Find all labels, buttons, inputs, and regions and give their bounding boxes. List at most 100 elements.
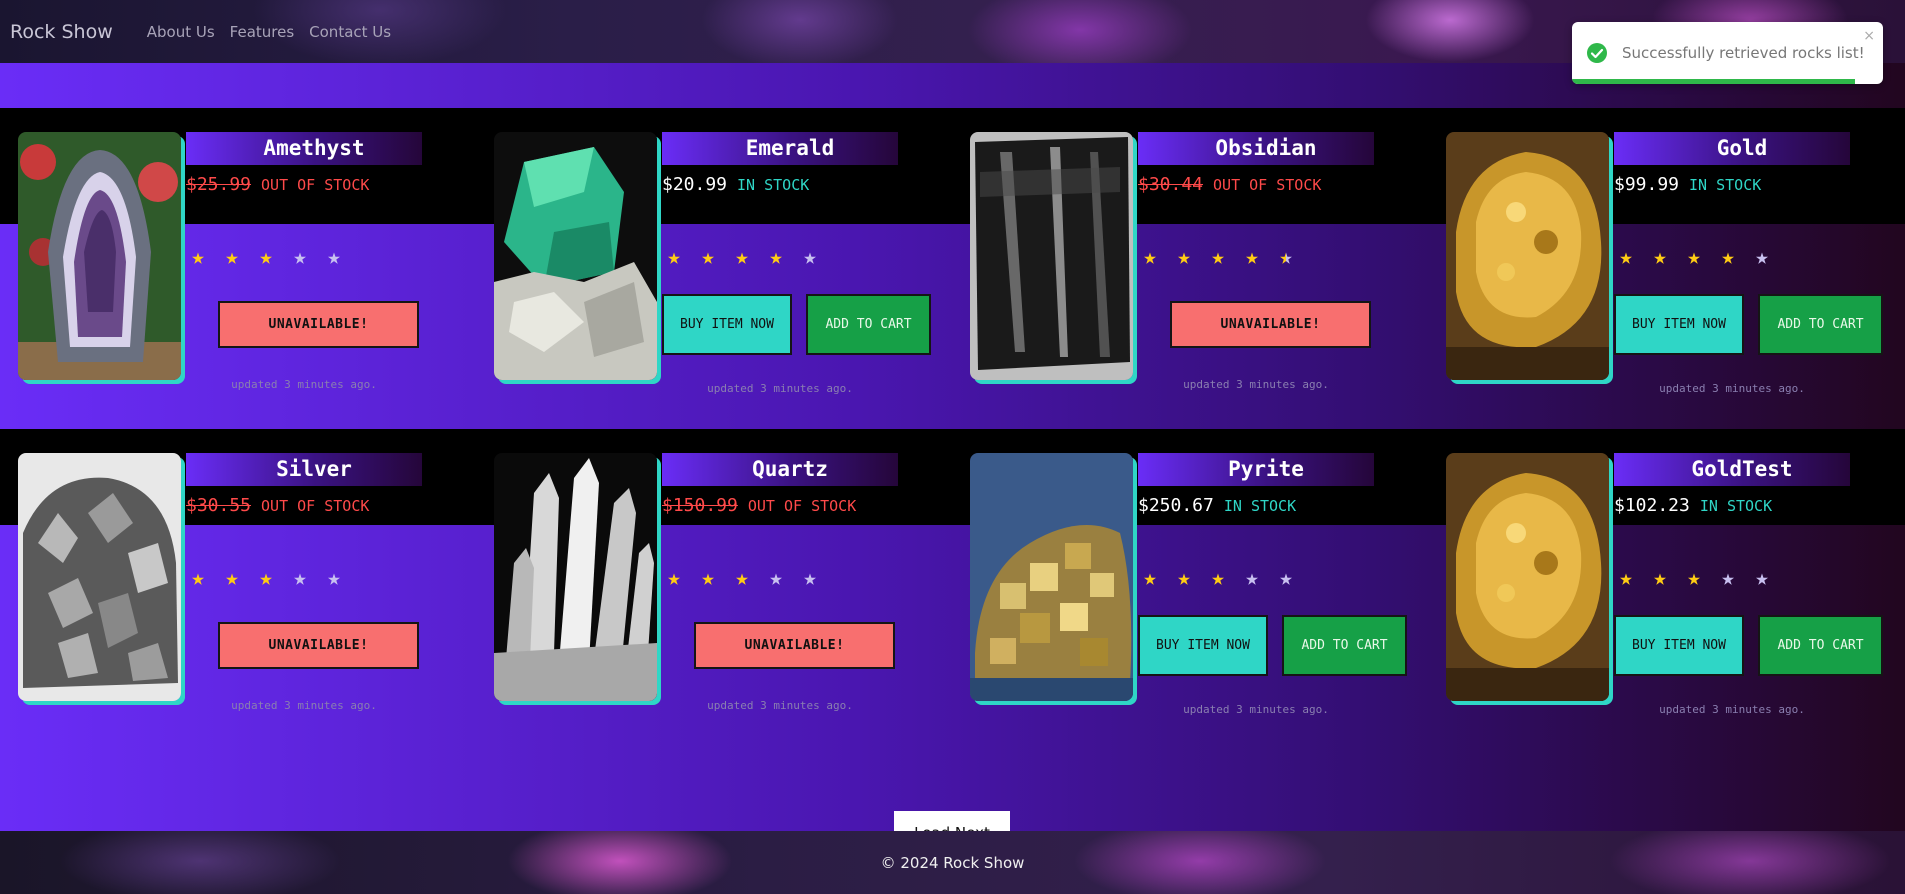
product-price: $30.55 [186,495,252,516]
updated-timestamp: updated 3 minutes ago. [1659,703,1805,716]
product-name: GoldTest [1614,453,1850,486]
product-name: Quartz [662,453,898,486]
nav-link-about-us[interactable]: About Us [147,23,215,41]
star-icon[interactable]: ★ [798,566,822,592]
star-icon[interactable]: ★ [1682,245,1706,271]
star-icon[interactable]: ★ [322,566,346,592]
footer-copyright: © 2024 Rock Show [880,853,1025,872]
star-icon[interactable]: ★ [186,245,210,271]
star-icon[interactable]: ★ [220,566,244,592]
star-icon[interactable]: ★ [1240,245,1264,271]
toast-message: Successfully retrieved rocks list! [1622,44,1865,62]
product-price: $20.99 [662,174,728,195]
product-image-amethyst [18,132,181,380]
close-icon[interactable]: × [1863,28,1875,44]
stock-status: OUT OF STOCK [1213,176,1322,194]
buy-item-now-button[interactable]: BUY ITEM NOW [1614,615,1744,676]
brand-logo[interactable]: Rock Show [10,21,113,43]
star-icon[interactable]: ★ [1240,566,1264,592]
nav-link-features[interactable]: Features [230,23,295,41]
star-icon[interactable]: ★ [1750,566,1774,592]
star-icon[interactable]: ★ [662,245,686,271]
star-rating[interactable]: ★ ★ ★ ★ ★ [1138,566,1298,592]
product-card-quartz: Quartz $150.99 OUT OF STOCK ★ ★ ★ ★ ★ UN… [494,453,964,713]
star-icon[interactable]: ★ [1648,245,1672,271]
star-icon[interactable]: ★ [1172,245,1196,271]
star-icon[interactable]: ★ [186,566,210,592]
stock-status: OUT OF STOCK [747,497,857,515]
star-icon[interactable]: ★ [1172,566,1196,592]
add-to-cart-button[interactable]: ADD TO CART [806,294,931,355]
star-icon[interactable]: ★ [662,566,686,592]
product-card-pyrite: Pyrite $250.67 IN STOCK ★ ★ ★ ★ ★ BUY IT… [970,453,1440,716]
star-icon[interactable]: ★ [1682,566,1706,592]
star-icon[interactable]: ★ [254,245,278,271]
star-icon[interactable]: ★ [764,566,788,592]
star-icon[interactable]: ★ [1206,245,1230,271]
product-name: Pyrite [1138,453,1374,486]
star-rating[interactable]: ★ ★ ★ ★ ★ [186,566,346,592]
star-icon[interactable]: ★ [288,566,312,592]
star-icon[interactable]: ★ [322,245,346,271]
star-icon[interactable]: ★ [764,245,788,271]
unavailable-button[interactable]: UNAVAILABLE! [218,301,419,348]
updated-timestamp: updated 3 minutes ago. [1659,382,1805,395]
star-icon[interactable]: ★ [220,245,244,271]
star-icon[interactable]: ★ [696,566,720,592]
star-rating[interactable]: ★ ★ ★ ★ ★ [1614,245,1774,271]
product-name: Silver [186,453,422,486]
star-rating[interactable]: ★ ★ ★ ★ ★ [1614,566,1774,592]
star-rating[interactable]: ★ ★ ★ ★ ★ [662,245,822,271]
check-circle-icon [1587,43,1607,63]
star-rating[interactable]: ★ ★ ★ ★ ★ [1138,245,1298,271]
product-name: Amethyst [186,132,422,165]
product-image-quartz [494,453,657,701]
updated-timestamp: updated 3 minutes ago. [231,699,377,712]
star-icon[interactable]: ★ [1614,245,1638,271]
star-icon[interactable]: ★ [1648,566,1672,592]
product-name: Emerald [662,132,898,165]
buy-item-now-button[interactable]: BUY ITEM NOW [1614,294,1744,355]
product-price: $99.99 [1614,174,1680,195]
star-icon[interactable]: ★ [1138,245,1162,271]
add-to-cart-button[interactable]: ADD TO CART [1758,294,1883,355]
star-icon[interactable]: ★ [254,566,278,592]
product-card-silver: Silver $30.55 OUT OF STOCK ★ ★ ★ ★ ★ UNA… [18,453,488,713]
nav-link-contact-us[interactable]: Contact Us [309,23,391,41]
updated-timestamp: updated 3 minutes ago. [1183,703,1329,716]
buy-item-now-button[interactable]: BUY ITEM NOW [1138,615,1268,676]
product-price: $150.99 [662,495,738,516]
unavailable-button[interactable]: UNAVAILABLE! [1170,301,1371,348]
product-card-emerald: Emerald $20.99 IN STOCK ★ ★ ★ ★ ★ BUY IT… [494,132,964,395]
star-icon[interactable]: ★ [1750,245,1774,271]
star-icon[interactable]: ★ [1138,566,1162,592]
product-name: Gold [1614,132,1850,165]
add-to-cart-button[interactable]: ADD TO CART [1758,615,1883,676]
star-icon[interactable]: ★ [1274,566,1298,592]
add-to-cart-button[interactable]: ADD TO CART [1282,615,1407,676]
star-icon[interactable]: ★ [798,245,822,271]
star-rating[interactable]: ★ ★ ★ ★ ★ [662,566,822,592]
toast-notification[interactable]: Successfully retrieved rocks list! × [1572,22,1883,84]
updated-timestamp: updated 3 minutes ago. [231,378,377,391]
product-price: $250.67 [1138,495,1214,516]
product-grid-section: Amethyst $25.99 OUT OF STOCK ★ ★ ★ ★ ★ U… [0,63,1905,855]
star-rating[interactable]: ★ ★ ★ ★ ★ [186,245,346,271]
star-icon[interactable]: ★ [730,245,754,271]
star-icon[interactable]: ★ [1716,566,1740,592]
unavailable-button[interactable]: UNAVAILABLE! [694,622,895,669]
product-card-obsidian: Obsidian $30.44 OUT OF STOCK ★ ★ ★ ★ ★ U… [970,132,1440,392]
updated-timestamp: updated 3 minutes ago. [707,699,853,712]
unavailable-button[interactable]: UNAVAILABLE! [218,622,419,669]
star-icon[interactable]: ★ [730,566,754,592]
star-icon[interactable]: ★ [1614,566,1638,592]
star-icon[interactable]: ★ [1206,566,1230,592]
product-card-goldtest: GoldTest $102.23 IN STOCK ★ ★ ★ ★ ★ BUY … [1446,453,1905,716]
half-star-icon[interactable]: ★ [1274,245,1298,271]
star-icon[interactable]: ★ [1716,245,1740,271]
buy-item-now-button[interactable]: BUY ITEM NOW [662,294,792,355]
star-icon[interactable]: ★ [696,245,720,271]
product-image-pyrite [970,453,1133,701]
star-icon[interactable]: ★ [288,245,312,271]
product-image-obsidian [970,132,1133,380]
